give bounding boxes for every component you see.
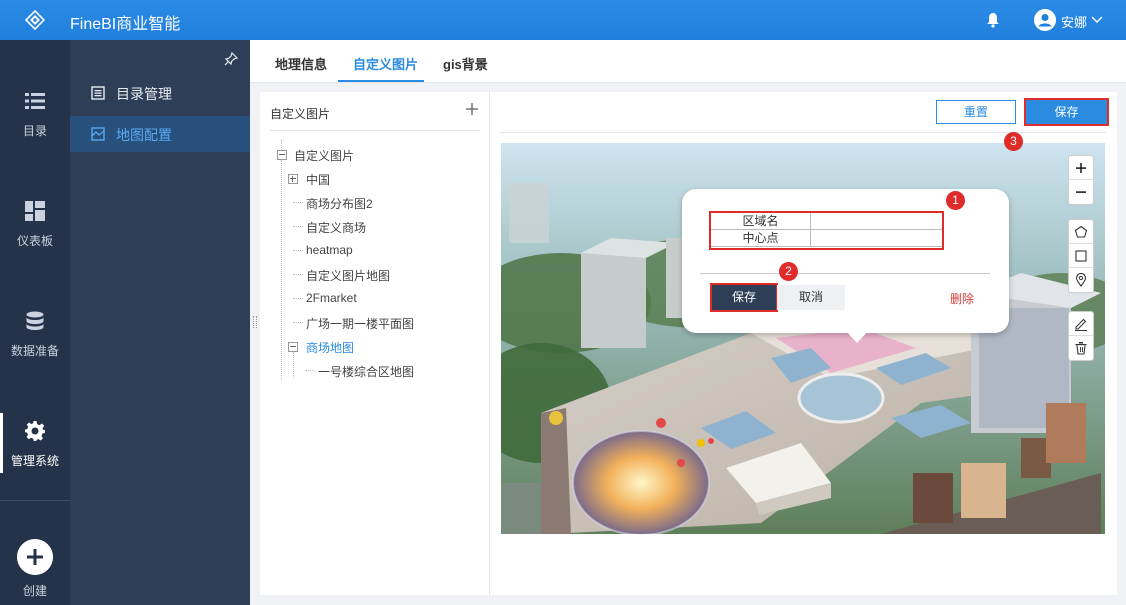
zoom-out-button[interactable]: [1069, 180, 1093, 204]
attribute-row: 区域名: [711, 213, 942, 230]
tree-node[interactable]: heatmap: [306, 243, 353, 257]
nav-item-catalog[interactable]: 目录: [0, 85, 70, 165]
edit-icon: [1075, 318, 1087, 331]
tree-node[interactable]: 商场分布图2: [306, 195, 373, 212]
sub-item-label: 地图配置: [116, 127, 172, 143]
polygon-tool[interactable]: [1069, 220, 1093, 244]
tree-connector: [293, 274, 303, 275]
tree-node[interactable]: 一号楼综合区地图: [318, 363, 414, 380]
tree-connector: [293, 322, 303, 323]
save-button[interactable]: 保存: [1024, 98, 1109, 126]
map-icon: [91, 127, 105, 141]
tree-node[interactable]: 自定义图片: [294, 147, 354, 164]
zoom-in-icon: [1076, 163, 1086, 173]
sub-item-map-config[interactable]: 地图配置: [70, 116, 250, 152]
attribute-label: 中心点: [711, 230, 811, 247]
database-icon: [26, 311, 44, 330]
resize-handle[interactable]: [253, 316, 257, 328]
tree-connector: [293, 202, 303, 203]
pin-icon[interactable]: [224, 52, 238, 66]
zoom-controls: [1068, 155, 1094, 205]
tab-gis-background[interactable]: gis背景: [443, 54, 488, 73]
tree-divider: [270, 130, 480, 131]
collapse-toggle[interactable]: [288, 342, 298, 352]
gear-icon: [25, 421, 45, 441]
marker-icon: [1075, 273, 1087, 287]
polygon-icon: [1074, 225, 1088, 238]
region-attribute-table: 区域名 中心点: [709, 211, 944, 250]
list-icon: [25, 93, 45, 109]
step-badge: 3: [1004, 132, 1023, 151]
tree-connector: [293, 298, 303, 299]
tab-custom-image[interactable]: 自定义图片: [353, 54, 418, 73]
trash-icon: [1075, 342, 1087, 355]
edit-tools: [1068, 311, 1094, 361]
dashboard-icon: [25, 201, 45, 221]
sub-item-catalog-management[interactable]: 目录管理: [70, 75, 250, 111]
nav-item-data-prep[interactable]: 数据准备: [0, 305, 70, 385]
main-nav: 目录 仪表板 数据准备 管理系统 创建: [0, 40, 70, 605]
tree-node[interactable]: 自定义商场: [306, 219, 366, 236]
sub-item-label: 目录管理: [116, 86, 172, 102]
nav-label: 目录: [22, 124, 47, 138]
top-bar: FineBI商业智能 安娜: [0, 0, 1126, 40]
tree-connector: [293, 352, 294, 378]
attribute-row: 中心点: [711, 230, 942, 247]
step-badge: 1: [946, 191, 965, 210]
tree-header: 自定义图片: [270, 107, 331, 121]
document-list-icon: [91, 86, 105, 100]
tree-connector: [293, 250, 303, 251]
tree-connector: [281, 140, 282, 150]
zoom-in-button[interactable]: [1069, 156, 1093, 180]
nav-label: 管理系统: [10, 454, 59, 468]
create-button[interactable]: [17, 539, 53, 575]
step-badge: 2: [779, 262, 798, 281]
rectangle-tool[interactable]: [1069, 244, 1093, 268]
tree-connector: [281, 160, 282, 380]
tree-connector: [305, 370, 315, 371]
collapse-toggle[interactable]: [277, 150, 287, 160]
avatar[interactable]: [1034, 9, 1056, 31]
region-popup: [682, 189, 1009, 333]
popup-delete-link[interactable]: 删除: [950, 290, 974, 307]
user-name[interactable]: 安娜: [1061, 12, 1087, 31]
tree-connector: [293, 226, 303, 227]
draw-tools: [1068, 219, 1094, 293]
tree-node-selected[interactable]: 商场地图: [306, 339, 354, 356]
popup-arrow: [846, 331, 868, 343]
rectangle-icon: [1075, 250, 1087, 262]
popup-divider: [700, 273, 990, 274]
tab-geo-info[interactable]: 地理信息: [275, 54, 327, 73]
app-title: FineBI商业智能: [70, 16, 181, 33]
marker-tool[interactable]: [1069, 268, 1093, 292]
nav-item-management[interactable]: 管理系统: [0, 413, 70, 495]
reset-button[interactable]: 重置: [936, 100, 1016, 124]
popup-save-button[interactable]: 保存: [710, 283, 778, 312]
popup-cancel-button[interactable]: 取消: [777, 285, 845, 310]
active-tab-indicator: [338, 80, 424, 82]
delete-tool[interactable]: [1069, 336, 1093, 360]
nav-label: 数据准备: [10, 344, 59, 358]
tree-node[interactable]: 2Fmarket: [306, 291, 357, 305]
tabs-bar: 地理信息 自定义图片 gis背景: [250, 40, 1126, 83]
nav-item-dashboard[interactable]: 仪表板: [0, 195, 70, 275]
create-label: 创建: [22, 584, 47, 598]
attribute-label: 区域名: [711, 213, 811, 230]
tree-node[interactable]: 自定义图片地图: [306, 267, 390, 284]
tree-node[interactable]: 广场一期一楼平面图: [306, 315, 414, 332]
zoom-out-icon: [1076, 191, 1086, 193]
nav-divider: [0, 500, 70, 501]
tree-node[interactable]: 中国: [306, 171, 330, 188]
edit-tool[interactable]: [1069, 312, 1093, 336]
chevron-down-icon[interactable]: [1090, 12, 1104, 26]
bell-icon[interactable]: [986, 12, 1000, 28]
expand-toggle[interactable]: [288, 174, 298, 184]
logo-icon: [25, 10, 45, 30]
nav-label: 仪表板: [16, 234, 53, 248]
add-icon[interactable]: [465, 102, 479, 116]
sub-menu: 目录管理 地图配置: [70, 40, 250, 605]
